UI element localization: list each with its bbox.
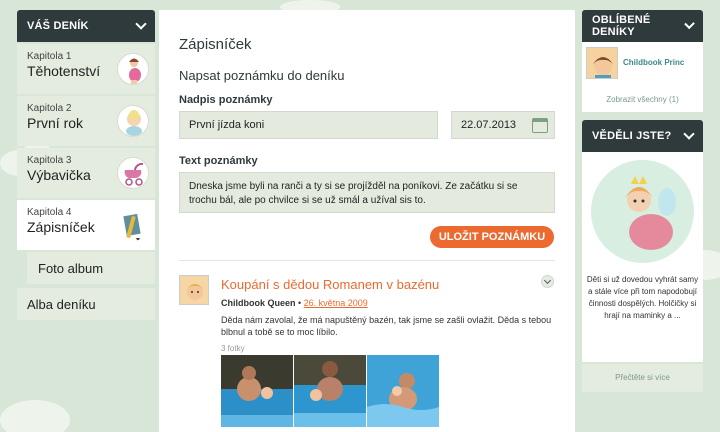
post-meta: Childbook Queen • 26. května 2009 — [221, 298, 368, 308]
photo-count: 3 fotky — [221, 344, 245, 353]
expand-chevron-icon[interactable] — [541, 275, 554, 288]
page-title: Zápisníček — [179, 36, 252, 53]
post-text: Děda nám zavolal, že má napuštěný bazén,… — [221, 315, 552, 337]
calendar-icon[interactable] — [532, 118, 548, 133]
note-text-area[interactable]: Dneska jsme byli na ranči a ty si se pro… — [179, 172, 555, 213]
read-more-link[interactable]: Přečtěte si více — [582, 364, 703, 392]
did-you-know-title: VĚDĚLI JSTE? — [592, 130, 672, 142]
favorite-diaries-title: OBLÍBENÉ DENÍKY — [592, 14, 651, 38]
fairy-girl-illustration — [591, 160, 694, 263]
chapter-2-item[interactable]: Kapitola 2 První rok — [17, 96, 155, 146]
chapter-1-item[interactable]: Kapitola 1 Těhotenství — [17, 44, 155, 94]
chapter-4-item[interactable]: Kapitola 4 Zápisníček — [17, 200, 155, 250]
divider — [179, 260, 555, 261]
notebook-pencil-icon — [117, 209, 149, 241]
photo-album-item[interactable]: Foto album — [27, 252, 155, 284]
note-date-value: 22.07.2013 — [461, 119, 517, 131]
save-note-button[interactable]: ULOŽIT POZNÁMKU — [430, 226, 554, 248]
photo-thumbnail[interactable] — [294, 355, 366, 427]
did-you-know-text: Děti si už dovedou vyhrát samy a stále v… — [586, 275, 699, 320]
post-meta-separator: • — [295, 298, 304, 308]
pregnant-woman-icon — [117, 53, 149, 85]
favorite-diaries-panel: Childbook Princ Zobrazit všechny (1) — [582, 42, 703, 112]
author-avatar — [179, 275, 209, 305]
chapter-3-item[interactable]: Kapitola 3 Výbavička — [17, 148, 155, 198]
note-title-input[interactable]: První jízda koni — [179, 111, 438, 139]
diary-menu-header[interactable]: VÁŠ DENÍK — [17, 10, 155, 42]
section-title: Napsat poznámku do deníku — [179, 68, 345, 83]
photo-thumbnail[interactable] — [221, 355, 293, 427]
did-you-know-widget: VĚDĚLI JSTE? Děti si už dovedou vyhrát s… — [582, 120, 703, 392]
photo-thumbnail[interactable] — [367, 355, 439, 427]
chevron-down-icon — [683, 128, 695, 140]
stroller-icon — [117, 157, 149, 189]
baby-icon — [117, 105, 149, 137]
post-author: Childbook Queen — [221, 298, 296, 308]
left-sidebar: VÁŠ DENÍK Kapitola 1 Těhotenství Kapitol… — [17, 10, 155, 320]
diary-menu-title: VÁŠ DENÍK — [27, 20, 89, 32]
favorite-diaries-header[interactable]: OBLÍBENÉ DENÍKY — [582, 10, 703, 42]
chevron-down-icon — [135, 18, 147, 30]
diary-albums-item[interactable]: Alba deníku — [17, 288, 155, 320]
post-title[interactable]: Koupání s dědou Romanem v bazénu — [221, 277, 439, 292]
note-date-input[interactable]: 22.07.2013 — [451, 111, 555, 139]
post-date-link[interactable]: 26. května 2009 — [304, 298, 368, 308]
did-you-know-body: Děti si už dovedou vyhrát samy a stále v… — [582, 152, 703, 362]
favorite-diary-avatar[interactable] — [586, 47, 618, 79]
note-title-label: Nadpis poznámky — [179, 94, 273, 106]
did-you-know-header[interactable]: VĚDĚLI JSTE? — [582, 120, 703, 152]
main-content: Zápisníček Napsat poznámku do deníku Nad… — [159, 10, 575, 432]
right-sidebar: OBLÍBENÉ DENÍKY Childbook Princ Zobrazit… — [582, 10, 703, 392]
note-text-label: Text poznámky — [179, 155, 258, 167]
favorite-diary-name[interactable]: Childbook Princ — [623, 58, 684, 67]
show-all-link[interactable]: Zobrazit všechny (1) — [582, 95, 703, 104]
